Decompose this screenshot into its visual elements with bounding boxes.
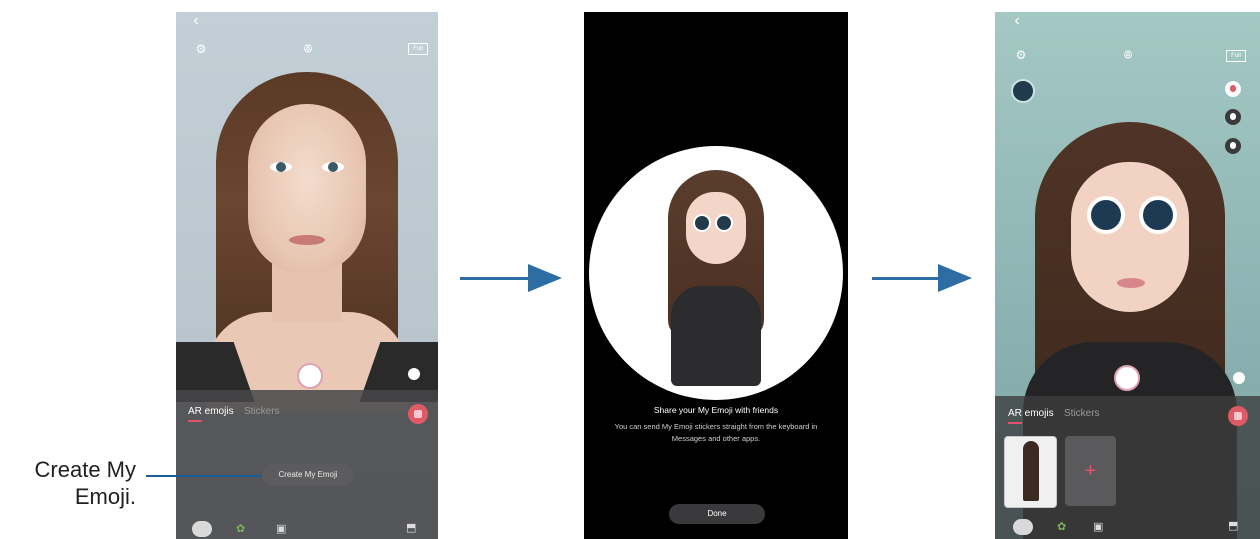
arrow-2-head xyxy=(938,264,972,292)
flash-off-icon[interactable]: ꔮ xyxy=(301,42,315,56)
tab-ar-emojis[interactable]: AR emojis xyxy=(188,406,234,417)
avatar-eye-right xyxy=(1139,196,1177,234)
tab-active-indicator xyxy=(1008,422,1022,424)
store-icon[interactable]: ⬒ xyxy=(406,522,416,534)
mask-icon[interactable] xyxy=(408,368,420,380)
gallery-icon[interactable]: ▣ xyxy=(276,523,286,535)
avatar-icon[interactable] xyxy=(1013,519,1033,535)
avatar-face xyxy=(1071,162,1189,312)
gallery-icon[interactable]: ▣ xyxy=(1093,521,1103,533)
avatar-eye-left xyxy=(1087,196,1125,234)
callout-line-2: Emoji. xyxy=(74,484,136,509)
tab-stickers[interactable]: Stickers xyxy=(1064,408,1100,419)
settings-icon[interactable]: ⚙ xyxy=(1014,48,1028,62)
sticker-icon[interactable]: ✿ xyxy=(236,523,245,535)
avatar-eye-right xyxy=(715,214,733,232)
mode-mirror-icon[interactable] xyxy=(1225,109,1241,125)
settings-icon[interactable]: ⚙ xyxy=(194,42,208,56)
mode-play-icon[interactable] xyxy=(1225,138,1241,154)
arrow-1-shaft xyxy=(460,277,530,280)
store-icon[interactable]: ⬒ xyxy=(1228,520,1238,532)
tab-ar-emojis[interactable]: AR emojis xyxy=(1008,408,1054,419)
callout-line-1: Create My xyxy=(34,457,136,482)
back-icon[interactable]: ‹ xyxy=(190,13,202,29)
flash-off-icon[interactable]: ꔮ xyxy=(1121,48,1135,62)
screen-ar-emoji-created: ‹ ⚙ ꔮ Full AR emojis Stickers ✿ ▣ ⬒ + xyxy=(995,12,1260,539)
shutter-button[interactable] xyxy=(297,363,323,389)
add-emoji-button[interactable]: + xyxy=(1065,436,1116,506)
camera-switch-icon[interactable] xyxy=(1228,406,1248,426)
share-title: Share your My Emoji with friends xyxy=(653,405,779,415)
my-emoji-thumbnail xyxy=(1023,441,1039,501)
create-my-emoji-button[interactable]: Create My Emoji xyxy=(262,464,354,486)
person-face xyxy=(248,104,366,274)
back-icon[interactable]: ‹ xyxy=(1011,13,1023,29)
avatar-lips xyxy=(1117,278,1145,288)
mask-icon[interactable] xyxy=(1233,372,1245,384)
screen-camera-ar-emoji: ‹ ⚙ ꔮ Full AR emojis Stickers ✿ ▣ ⬒ Crea… xyxy=(176,12,438,539)
person-lips xyxy=(289,235,325,245)
arrow-1-head xyxy=(528,264,562,292)
aspect-ratio-icon[interactable]: Full xyxy=(1226,50,1246,62)
shutter-button[interactable] xyxy=(1114,365,1140,391)
share-description: You can send My Emoji stickers straight … xyxy=(614,422,818,443)
callout-label: Create My Emoji. xyxy=(35,456,136,510)
callout-leader-line xyxy=(146,475,262,477)
mode-mask-icon[interactable] xyxy=(1225,81,1241,97)
tab-active-indicator xyxy=(188,420,202,422)
person-eye-right xyxy=(322,162,344,172)
person-eye-left xyxy=(270,162,292,172)
avatar-preview-circle xyxy=(589,146,843,400)
avatar-icon[interactable] xyxy=(192,521,212,537)
screen-share-my-emoji: Share your My Emoji with friends You can… xyxy=(584,12,848,539)
sticker-icon[interactable]: ✿ xyxy=(1057,521,1066,533)
arrow-2-shaft xyxy=(872,277,940,280)
effect-selector[interactable] xyxy=(1011,79,1035,103)
camera-switch-icon[interactable] xyxy=(408,404,428,424)
done-button[interactable]: Done xyxy=(669,504,765,524)
avatar-body xyxy=(671,286,761,386)
my-emoji-card[interactable] xyxy=(1004,436,1057,508)
aspect-ratio-icon[interactable]: Full xyxy=(408,43,428,55)
avatar-eye-left xyxy=(693,214,711,232)
tab-stickers[interactable]: Stickers xyxy=(244,406,280,417)
